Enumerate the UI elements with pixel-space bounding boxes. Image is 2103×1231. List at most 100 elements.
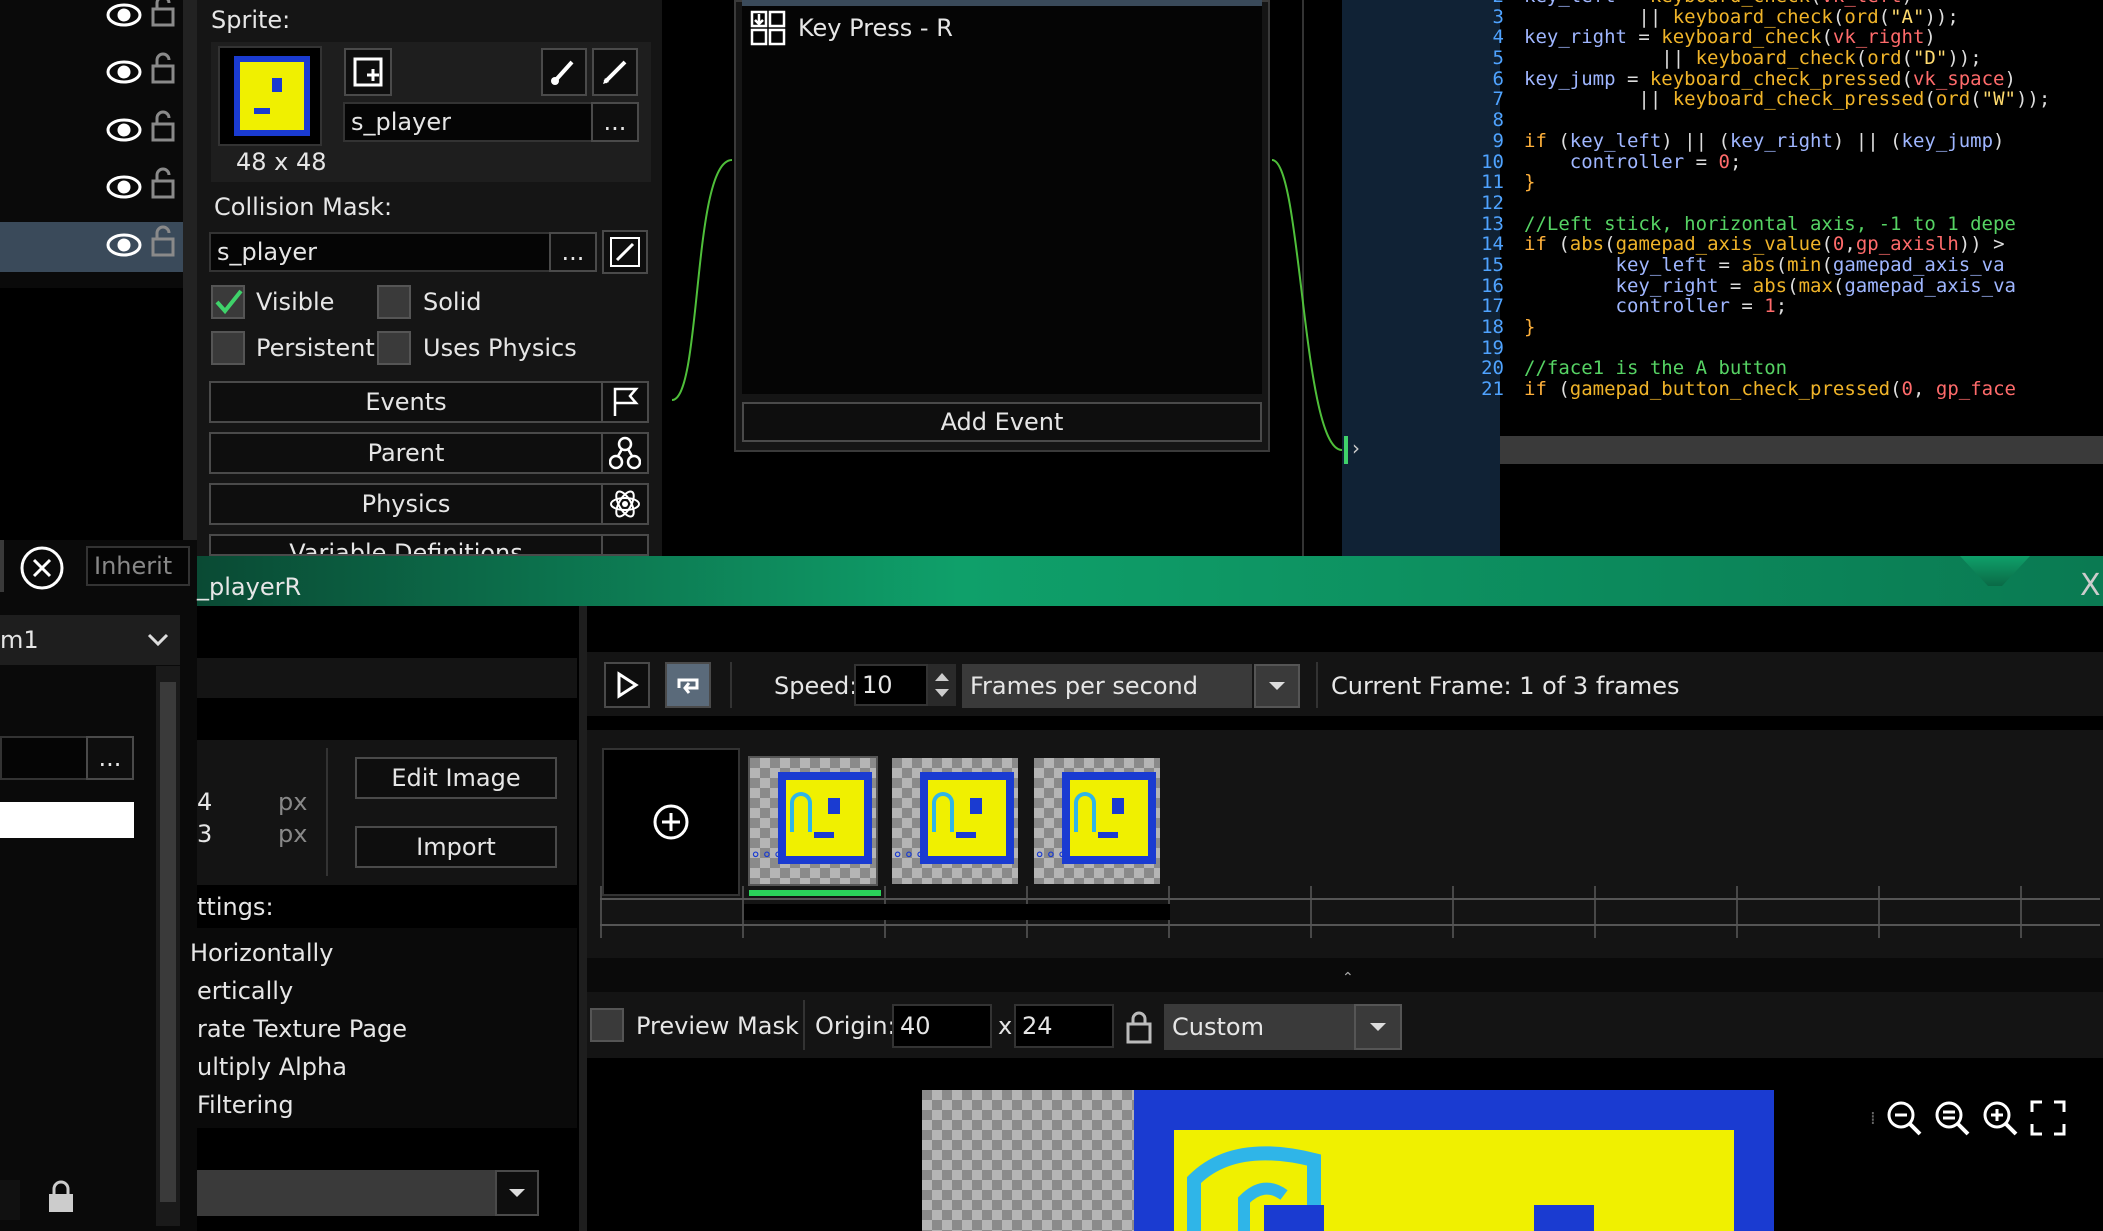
origin-lock-button[interactable] bbox=[1124, 1010, 1154, 1052]
persistent-checkbox[interactable] bbox=[211, 331, 245, 365]
code-line[interactable]: 18} bbox=[1456, 317, 2103, 338]
collision-edit-button[interactable] bbox=[602, 230, 648, 274]
code-lines[interactable]: 2key_left = keyboard_check(vk_left)3 || … bbox=[1456, 0, 2103, 556]
zoom-in-icon[interactable] bbox=[1980, 1098, 2020, 1138]
edit-image-button[interactable]: Edit Image bbox=[355, 757, 557, 799]
left-scrollbar[interactable] bbox=[156, 666, 180, 1226]
code-line[interactable]: 7 || keyboard_check_pressed(ord("W")); bbox=[1456, 89, 2103, 110]
code-line[interactable]: 17 controller = 1; bbox=[1456, 296, 2103, 317]
play-button[interactable] bbox=[604, 662, 650, 708]
parent-button[interactable]: Parent bbox=[209, 432, 603, 474]
variable-definitions-button[interactable]: Variable Definitions bbox=[209, 534, 603, 556]
import-button[interactable]: Import bbox=[355, 826, 557, 868]
zoom-out-icon[interactable] bbox=[1884, 1098, 1924, 1138]
code-line[interactable]: 5 || keyboard_check(ord("D")); bbox=[1456, 48, 2103, 69]
setting-horizontally[interactable]: Horizontally bbox=[190, 939, 333, 967]
events-button[interactable]: Events bbox=[209, 381, 603, 423]
physics-icon-button[interactable] bbox=[601, 483, 649, 525]
edit-sprite-button[interactable] bbox=[541, 48, 587, 96]
code-line[interactable]: 10 controller = 0; bbox=[1456, 151, 2103, 173]
variable-definitions-more[interactable]: ... bbox=[601, 534, 649, 556]
code-line[interactable]: 11} bbox=[1456, 172, 2103, 193]
code-line[interactable]: 9 if (key_left) || (key_right) || (key_ju… bbox=[1456, 130, 2103, 152]
texture-group-select[interactable] bbox=[197, 1170, 539, 1216]
setting-separate-texture-page[interactable]: rate Texture Page bbox=[197, 1015, 407, 1043]
origin-mode-select[interactable]: Custom bbox=[1164, 1004, 1354, 1050]
setting-vertically[interactable]: ertically bbox=[197, 977, 293, 1005]
left-lock-icon[interactable] bbox=[46, 1180, 76, 1222]
key-press-icon bbox=[750, 10, 786, 46]
new-sprite-icon bbox=[353, 57, 383, 87]
add-event-button[interactable]: Add Event bbox=[742, 402, 1262, 442]
inherit-field[interactable]: Inherit bbox=[86, 546, 190, 586]
frame-sprite bbox=[920, 772, 1014, 864]
eye-lock-icons[interactable] bbox=[100, 0, 180, 280]
code-line[interactable]: 15 key_left = abs(min(gamepad_axis_va bbox=[1456, 255, 2103, 276]
sprite-editor-titlebar[interactable] bbox=[197, 556, 2103, 606]
brush-icon bbox=[610, 237, 640, 267]
solid-checkbox[interactable] bbox=[377, 285, 411, 319]
code-line[interactable]: 4 key_right = keyboard_check(vk_right) bbox=[1456, 27, 2103, 48]
props-divider[interactable] bbox=[579, 606, 587, 1231]
frame-thumbnail[interactable]: ∘∘∘ bbox=[748, 756, 878, 886]
collision-more-button[interactable]: ... bbox=[549, 232, 597, 272]
code-line[interactable]: 19 bbox=[1456, 337, 2103, 359]
origin-separator: x bbox=[998, 1012, 1013, 1040]
events-icon-button[interactable] bbox=[601, 381, 649, 423]
splitter-grip: ⌃ bbox=[1342, 970, 1354, 986]
left-bottom-field[interactable] bbox=[0, 1180, 20, 1220]
left-edge-bar bbox=[0, 540, 4, 592]
parent-icon-button[interactable] bbox=[601, 432, 649, 474]
paint-sprite-button[interactable] bbox=[592, 48, 638, 96]
physics-button[interactable]: Physics bbox=[209, 483, 603, 525]
left-divider[interactable] bbox=[183, 0, 197, 556]
code-text: if (abs(gamepad_axis_value(0,gp_axislh))… bbox=[1524, 233, 2005, 256]
new-sprite-button[interactable] bbox=[344, 48, 392, 96]
visible-checkbox[interactable] bbox=[211, 285, 245, 319]
code-line[interactable]: 21 if (gamepad_button_check_pressed(0, gp… bbox=[1456, 379, 2103, 400]
code-line[interactable]: 12 bbox=[1456, 193, 2103, 214]
code-line[interactable]: 8 bbox=[1456, 110, 2103, 131]
collision-mask-field[interactable]: s_player bbox=[209, 232, 551, 272]
add-circle-icon bbox=[653, 804, 689, 840]
code-gutter-arrow: › bbox=[1352, 436, 1360, 460]
setting-premultiply-alpha[interactable]: ultiply Alpha bbox=[197, 1053, 347, 1081]
left-white-field[interactable] bbox=[0, 802, 134, 838]
code-line[interactable]: 6 key_jump = keyboard_check_pressed(vk_sp… bbox=[1456, 68, 2103, 90]
texture-group-dropdown[interactable] bbox=[495, 1170, 539, 1216]
code-text: || keyboard_check_pressed(ord("W")); bbox=[1524, 88, 2051, 111]
code-line[interactable]: 14 if (abs(gamepad_axis_value(0,gp_axislh… bbox=[1456, 234, 2103, 255]
speed-input[interactable]: 10 bbox=[854, 664, 928, 706]
left-field-more[interactable]: ... bbox=[86, 736, 134, 780]
left-field[interactable] bbox=[0, 736, 88, 780]
origin-mode-dropdown[interactable] bbox=[1354, 1004, 1402, 1050]
setting-filtering[interactable]: Filtering bbox=[197, 1091, 294, 1119]
fullscreen-icon[interactable] bbox=[2028, 1098, 2068, 1138]
sprite-more-button[interactable]: ... bbox=[591, 102, 639, 142]
event-item-key-press[interactable]: Key Press - R bbox=[748, 6, 1248, 50]
speed-stepper[interactable] bbox=[928, 664, 956, 706]
code-line[interactable]: 3 || keyboard_check(ord("A")); bbox=[1456, 6, 2103, 28]
close-editor-button[interactable]: X bbox=[2080, 568, 2101, 603]
zoom-reset-icon[interactable] bbox=[1932, 1098, 1972, 1138]
uses-physics-checkbox[interactable] bbox=[377, 331, 411, 365]
origin-y-input[interactable]: 24 bbox=[1014, 1004, 1114, 1048]
frame-thumbnail[interactable]: ∘∘∘ bbox=[1034, 758, 1160, 884]
code-line[interactable]: 20 //face1 is the A button bbox=[1456, 358, 2103, 379]
sprite-name-field[interactable]: s_player bbox=[343, 102, 593, 142]
room-select[interactable]: m1 bbox=[0, 615, 180, 665]
paintbrush-icon bbox=[603, 60, 627, 84]
sprite-thumbnail[interactable] bbox=[218, 46, 322, 146]
inherit-close-button[interactable] bbox=[18, 544, 66, 592]
fps-select[interactable]: Frames per second bbox=[962, 664, 1252, 708]
frame-thumbnail[interactable]: ∘∘∘ bbox=[892, 758, 1018, 884]
check-icon bbox=[215, 289, 243, 315]
add-frame-button[interactable] bbox=[602, 748, 740, 896]
origin-x-input[interactable]: 40 bbox=[892, 1004, 992, 1048]
code-line[interactable]: 16 key_right = abs(max(gamepad_axis_va bbox=[1456, 275, 2103, 297]
loop-icon bbox=[677, 678, 699, 694]
fps-dropdown[interactable] bbox=[1254, 664, 1300, 708]
preview-mask-checkbox[interactable] bbox=[590, 1008, 624, 1042]
code-line[interactable]: 13 //Left stick, horizontal axis, -1 to 1… bbox=[1456, 213, 2103, 235]
loop-button[interactable] bbox=[665, 662, 711, 708]
